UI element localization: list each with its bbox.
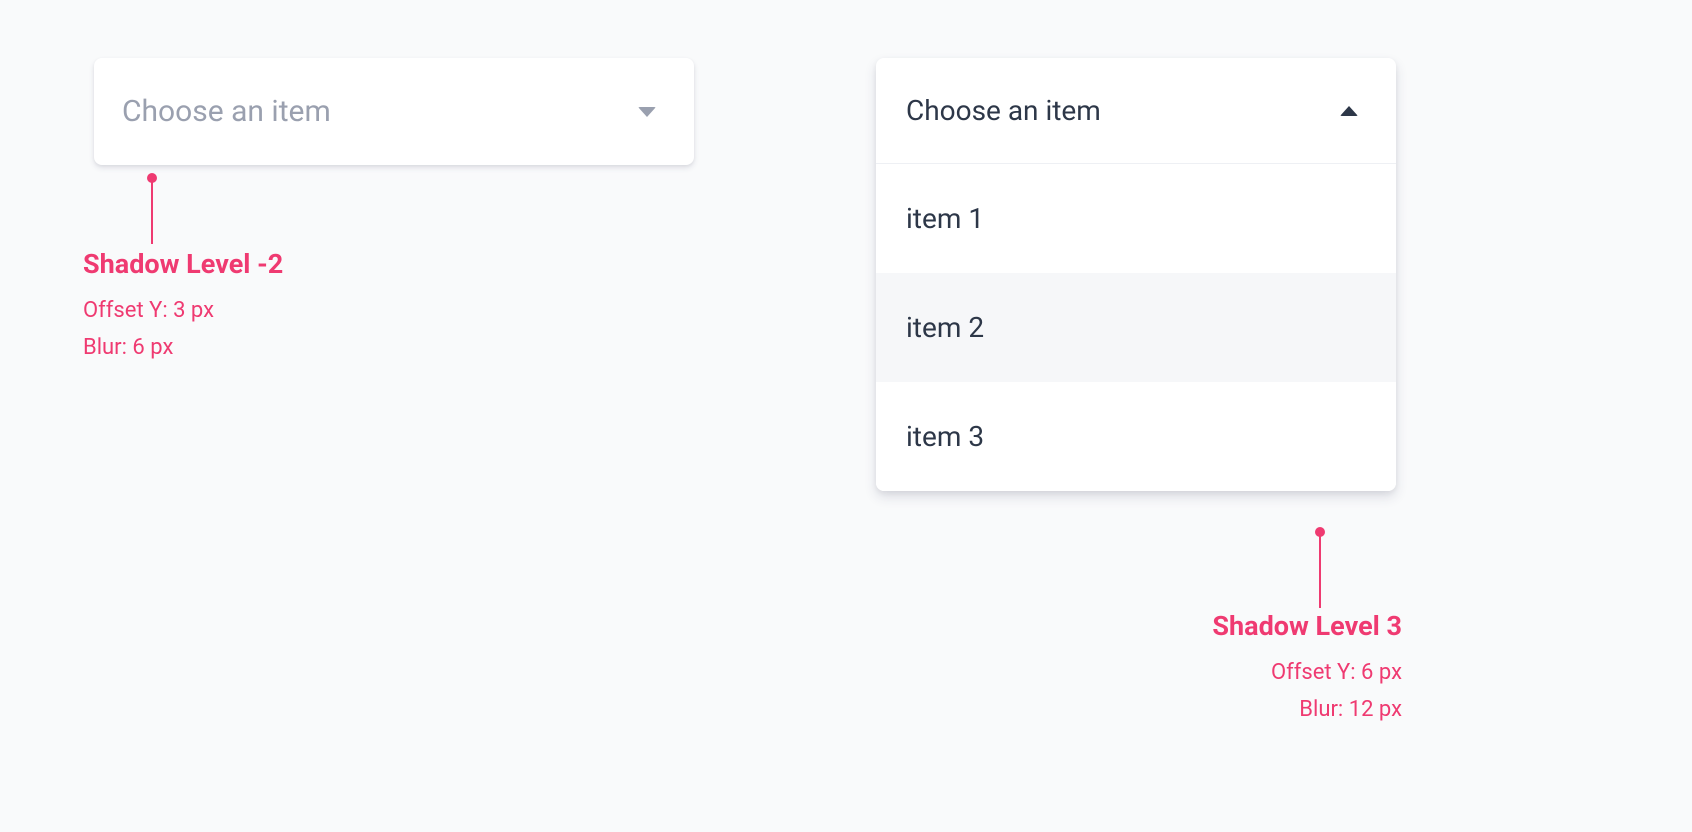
design-spec-canvas: Choose an item Shadow Level -2 Offset Y:…: [0, 0, 1692, 832]
chevron-up-icon: [1340, 106, 1358, 116]
annotation-offset: Offset Y: 6 px: [1002, 654, 1402, 691]
dropdown-open[interactable]: Choose an item item 1 item 2 item 3: [876, 58, 1396, 491]
annotation-title: Shadow Level 3: [1002, 610, 1402, 642]
annotation-pointer-line: [1319, 530, 1321, 608]
annotation-shadow-level-3: Shadow Level 3 Offset Y: 6 px Blur: 12 p…: [1002, 610, 1402, 729]
annotation-pointer-line: [151, 176, 153, 244]
dropdown-item[interactable]: item 3: [876, 382, 1396, 491]
annotation-blur: Blur: 12 px: [1002, 691, 1402, 728]
chevron-down-icon: [638, 107, 656, 117]
dropdown-item[interactable]: item 1: [876, 164, 1396, 273]
dropdown-placeholder: Choose an item: [122, 94, 331, 129]
annotation-shadow-level-2: Shadow Level -2 Offset Y: 3 px Blur: 6 p…: [83, 248, 283, 367]
annotation-blur: Blur: 6 px: [83, 329, 283, 366]
annotation-title: Shadow Level -2: [83, 248, 283, 280]
dropdown-open-header[interactable]: Choose an item: [876, 58, 1396, 164]
dropdown-open-header-text: Choose an item: [906, 94, 1101, 127]
dropdown-closed[interactable]: Choose an item: [94, 58, 694, 165]
annotation-offset: Offset Y: 3 px: [83, 292, 283, 329]
dropdown-item[interactable]: item 2: [876, 273, 1396, 382]
